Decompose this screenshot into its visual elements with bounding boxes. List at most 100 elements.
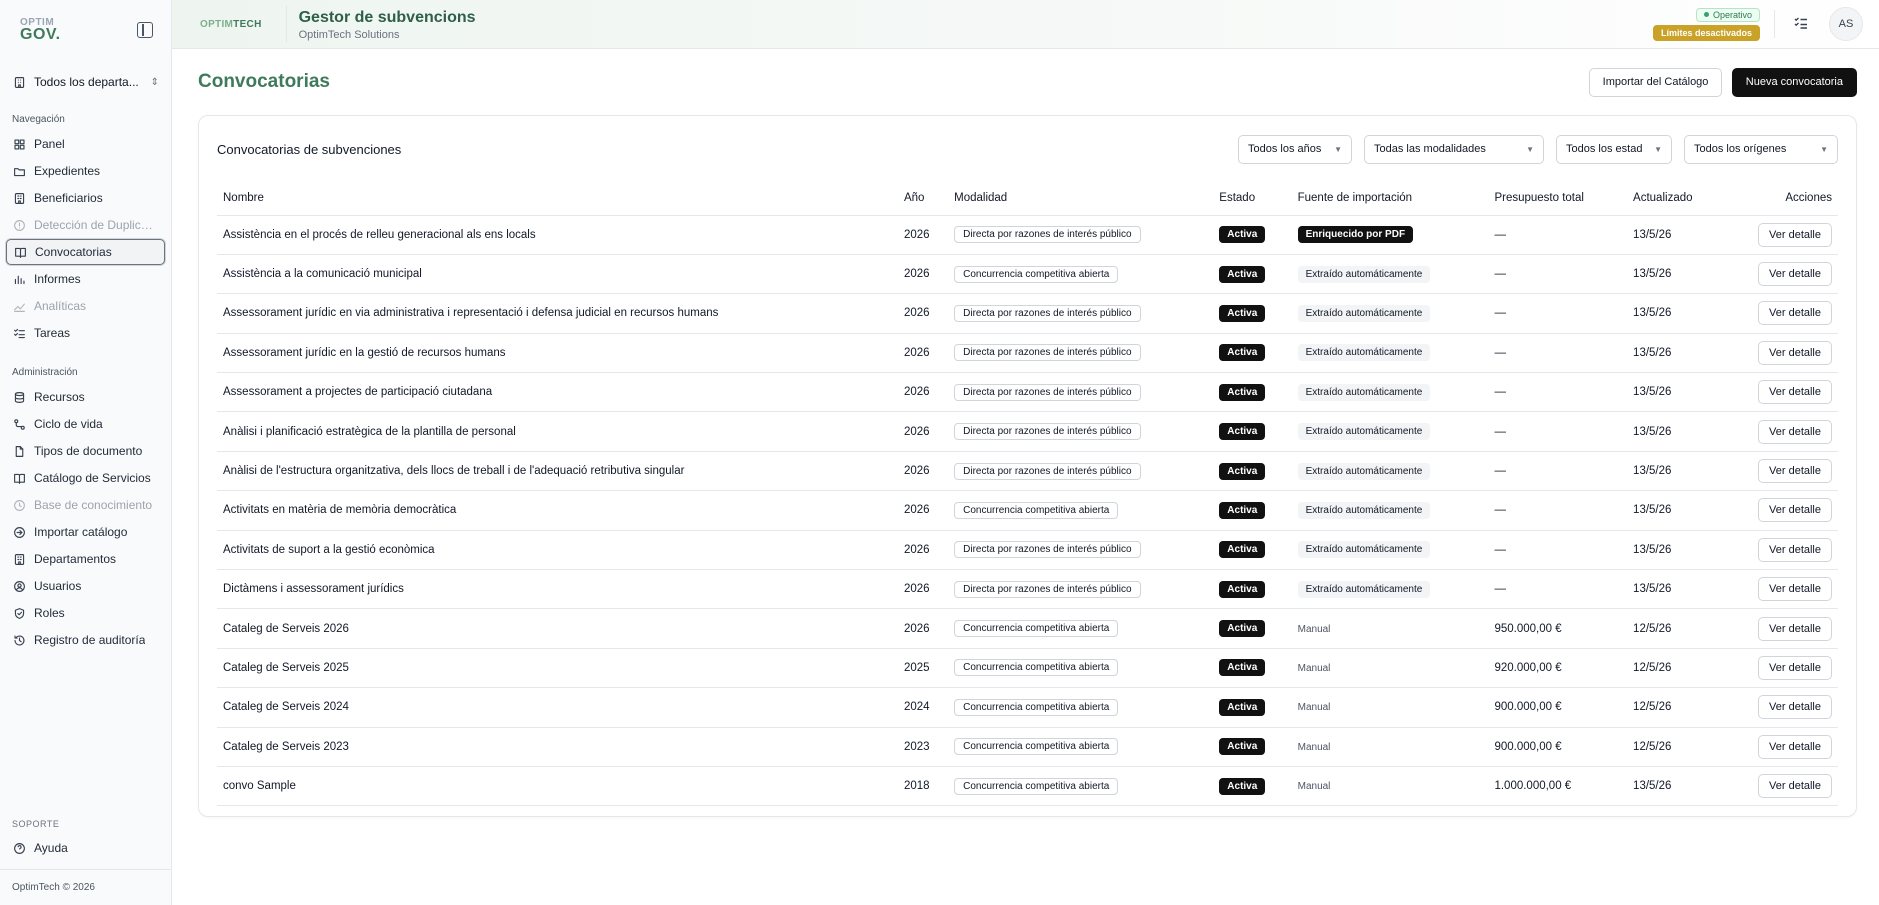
sidebar-item-departments[interactable]: Departamentos xyxy=(6,546,165,572)
state-filter[interactable]: Todos los estad ▼ xyxy=(1556,134,1672,164)
sidebar-item-informes[interactable]: Informes xyxy=(6,266,165,292)
view-detail-button[interactable]: Ver detalle xyxy=(1758,695,1832,720)
state-badge: Activa xyxy=(1219,226,1266,244)
sidebar-item-document-types[interactable]: Tipos de documento xyxy=(6,438,165,464)
cell-name[interactable]: Cataleg de Serveis 2025 xyxy=(217,648,898,689)
logo-b-text: TECH xyxy=(233,18,262,30)
origin-filter[interactable]: Todos los orígenes ▼ xyxy=(1684,134,1838,164)
cell-year: 2026 xyxy=(897,490,949,531)
cell-name[interactable]: Activitats en matèria de memòria democrà… xyxy=(217,490,898,531)
cell-name[interactable]: Dictàmens i assessorament jurídics xyxy=(217,569,898,610)
cell-state: Activa xyxy=(1213,451,1292,492)
view-detail-button[interactable]: Ver detalle xyxy=(1758,380,1832,405)
sidebar-item-beneficiarios[interactable]: Beneficiarios xyxy=(6,185,165,211)
cell-year: 2026 xyxy=(897,411,949,452)
source-text: Manual xyxy=(1297,702,1331,714)
cell-name[interactable]: Cataleg de Serveis 2023 xyxy=(217,727,898,767)
sidebar-item-lifecycle[interactable]: Ciclo de vida xyxy=(6,411,165,437)
optimtech-logo[interactable]: OPTIM TECH xyxy=(200,5,287,43)
cell-name[interactable]: Assistència a la comunicació municipal xyxy=(217,254,898,295)
cell-budget: — xyxy=(1488,372,1628,413)
sidebar: OPTIM GOV. Todos los departa... ⇕ Navega… xyxy=(0,0,172,905)
view-detail-button[interactable]: Ver detalle xyxy=(1758,655,1832,680)
view-detail-button[interactable]: Ver detalle xyxy=(1758,537,1832,562)
sidebar-item-convocatorias[interactable]: Convocatorias xyxy=(6,239,165,265)
sidebar-item-tareas[interactable]: Tareas xyxy=(6,320,165,346)
sidebar-item-label: Tipos de documento xyxy=(34,444,143,458)
optimgov-logo[interactable]: OPTIM GOV. xyxy=(20,17,61,43)
cell-source: Extraído automáticamente xyxy=(1291,569,1489,610)
sidebar-item-panel[interactable]: Panel xyxy=(6,131,165,157)
cell-updated: 13/5/26 xyxy=(1627,451,1728,492)
department-select[interactable]: Todos los departa... ⇕ xyxy=(8,64,163,100)
cell-name[interactable]: Anàlisi i planificació estratègica de la… xyxy=(217,411,898,452)
page-header: Convocatorias Importar del Catálogo Nuev… xyxy=(198,49,1857,115)
col-source-header[interactable]: Fuente de importación xyxy=(1291,182,1489,216)
cell-source: Enriquecido por PDF xyxy=(1291,215,1489,255)
sidebar-toggle-icon[interactable] xyxy=(137,22,153,38)
cell-name[interactable]: Assessorament a projectes de participaci… xyxy=(217,372,898,413)
view-detail-button[interactable]: Ver detalle xyxy=(1758,774,1832,799)
table-row: Dictàmens i assessorament jurídics 2026 Di… xyxy=(217,569,1838,610)
cell-name[interactable]: Assessorament jurídic en via administrat… xyxy=(217,293,898,334)
table-body: Assistència en el procés de relleu gener… xyxy=(217,215,1838,807)
sidebar-item-audit-log[interactable]: Registro de auditoría xyxy=(6,627,165,653)
view-detail-button[interactable]: Ver detalle xyxy=(1758,419,1832,444)
col-name-header[interactable]: Nombre xyxy=(217,182,898,216)
state-badge: Activa xyxy=(1219,541,1266,559)
sidebar-item-expedientes[interactable]: Expedientes xyxy=(6,158,165,184)
sidebar-item-label: Ciclo de vida xyxy=(34,417,103,431)
users-icon xyxy=(12,579,26,593)
sidebar-item-help[interactable]: Ayuda xyxy=(6,835,165,861)
col-year-header[interactable]: Año xyxy=(897,182,949,216)
import-icon xyxy=(12,525,26,539)
cell-updated: 13/5/26 xyxy=(1627,530,1728,571)
year-filter[interactable]: Todos los años ▼ xyxy=(1238,134,1352,164)
source-badge: Enriquecido por PDF xyxy=(1297,226,1414,244)
app-root: OPTIM GOV. Todos los departa... ⇕ Navega… xyxy=(0,0,1879,905)
view-detail-button[interactable]: Ver detalle xyxy=(1758,459,1832,484)
cell-name[interactable]: Cataleg de Serveis 2026 xyxy=(217,608,898,649)
view-detail-button[interactable]: Ver detalle xyxy=(1758,340,1832,365)
cell-modality: Concurrencia competitiva abierta xyxy=(948,608,1214,649)
sidebar-item-users[interactable]: Usuarios xyxy=(6,573,165,599)
col-updated-header[interactable]: Actualizado xyxy=(1627,182,1728,216)
cell-name[interactable]: Assistència en el procés de relleu gener… xyxy=(217,215,898,255)
sidebar-item-label: Registro de auditoría xyxy=(34,633,146,647)
cell-year: 2025 xyxy=(897,648,949,689)
status-badge: Operativo xyxy=(1695,7,1760,22)
sidebar-item-roles[interactable]: Roles xyxy=(6,600,165,626)
modality-badge: Concurrencia competitiva abierta xyxy=(954,501,1119,519)
avatar[interactable]: AS xyxy=(1829,7,1863,41)
modality-filter[interactable]: Todas las modalidades ▼ xyxy=(1364,134,1544,164)
cell-updated: 12/5/26 xyxy=(1627,648,1728,689)
cell-name[interactable]: Anàlisi de l'estructura organitzativa, d… xyxy=(217,451,898,492)
cell-name[interactable]: convo Sample xyxy=(217,766,898,807)
cell-modality: Concurrencia competitiva abierta xyxy=(948,727,1214,767)
col-budget-header[interactable]: Presupuesto total xyxy=(1488,182,1628,216)
view-detail-button[interactable]: Ver detalle xyxy=(1758,222,1832,247)
view-detail-button[interactable]: Ver detalle xyxy=(1758,734,1832,759)
view-detail-button[interactable]: Ver detalle xyxy=(1758,616,1832,641)
chevron-down-icon: ▼ xyxy=(1334,144,1342,154)
cell-name[interactable]: Activitats de suport a la gestió econòmi… xyxy=(217,530,898,571)
view-detail-button[interactable]: Ver detalle xyxy=(1758,301,1832,326)
cell-actions: Ver detalle xyxy=(1727,293,1838,334)
col-modality-header[interactable]: Modalidad xyxy=(948,182,1214,216)
view-detail-button[interactable]: Ver detalle xyxy=(1758,577,1832,602)
view-detail-button[interactable]: Ver detalle xyxy=(1758,262,1832,287)
view-detail-button[interactable]: Ver detalle xyxy=(1758,498,1832,523)
cell-name[interactable]: Cataleg de Serveis 2024 xyxy=(217,687,898,728)
cell-updated: 13/5/26 xyxy=(1627,254,1728,295)
cell-year: 2026 xyxy=(897,372,949,413)
col-state-header[interactable]: Estado xyxy=(1213,182,1292,216)
new-call-button[interactable]: Nueva convocatoria xyxy=(1731,67,1857,97)
tasks-list-icon[interactable] xyxy=(1793,15,1811,33)
cell-name[interactable]: Assessorament jurídic en la gestió de re… xyxy=(217,333,898,374)
sidebar-item-import-catalog[interactable]: Importar catálogo xyxy=(6,519,165,545)
source-badge: Extraído automáticamente xyxy=(1297,344,1431,362)
cell-updated: 12/5/26 xyxy=(1627,687,1728,728)
import-catalog-button[interactable]: Importar del Catálogo xyxy=(1588,67,1723,97)
sidebar-item-service-catalog[interactable]: Catálogo de Servicios xyxy=(6,465,165,491)
sidebar-item-recursos[interactable]: Recursos xyxy=(6,384,165,410)
